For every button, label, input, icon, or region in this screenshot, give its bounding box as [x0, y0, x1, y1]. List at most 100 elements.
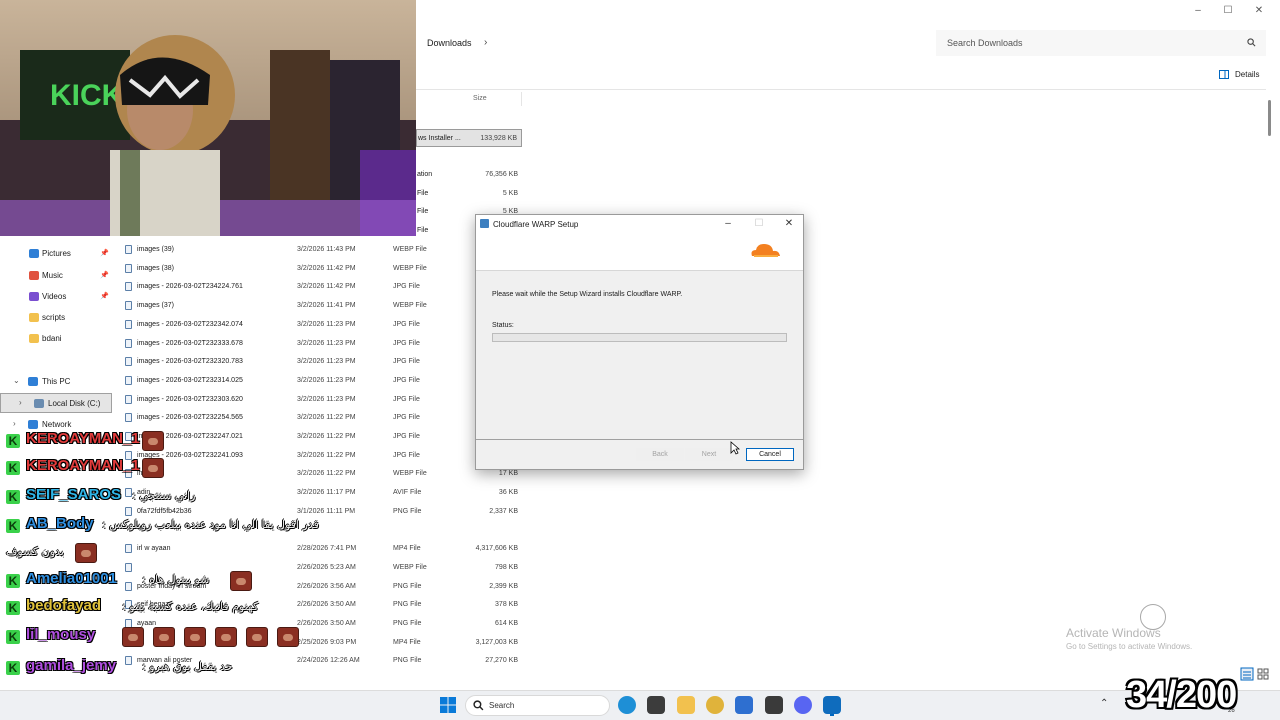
close-button[interactable]: ✕ [1251, 4, 1267, 18]
dialog-minimize-button[interactable]: – [720, 217, 736, 231]
nav-item-this-pc[interactable]: ⌄ This PC [0, 372, 112, 392]
chat-text: : كهنوم فاتيك، عنده كسبة بيتو [122, 600, 259, 613]
search-input[interactable]: Search Downloads [936, 30, 1266, 56]
file-row[interactable]: images - 2026-03-02T232320.783 3/2/2026 1… [120, 353, 522, 371]
file-icon [125, 375, 132, 385]
chevron-right-icon[interactable]: › [13, 419, 16, 428]
dialog-close-button[interactable]: ✕ [781, 217, 797, 231]
file-size: 798 KB [495, 563, 518, 571]
back-button: Back [636, 448, 684, 461]
nav-item-bdani[interactable]: bdani [0, 329, 112, 349]
file-size: 614 KB [495, 620, 518, 627]
file-row[interactable]: images (38) 3/2/2026 11:42 PM WEBP File [120, 260, 522, 278]
chevron-right-icon[interactable]: › [19, 398, 22, 407]
discord-icon[interactable] [793, 696, 812, 714]
nav-item-local-disk-c[interactable]: › Local Disk (C:) [0, 393, 112, 413]
chevron-right-icon[interactable]: › [484, 37, 487, 48]
file-row[interactable]: images - 2026-03-02T232303.620 3/2/2026 1… [120, 391, 522, 409]
file-size: 76,356 KB [485, 171, 518, 178]
file-row[interactable]: images - 2026-03-02T232333.678 3/2/2026 1… [120, 335, 522, 353]
file-row[interactable]: images (39) 3/2/2026 11:43 PM WEBP File [120, 241, 522, 259]
file-size: 5 KB [502, 190, 518, 197]
file-size: 2,399 KB [489, 582, 518, 590]
breadcrumb-downloads[interactable]: Downloads [427, 38, 472, 48]
address-bar[interactable]: Downloads › [416, 30, 936, 56]
goal-counter: 34/200 [1126, 674, 1237, 716]
taskbar-search-input[interactable]: Search [465, 695, 610, 716]
dialog-message: Please wait while the Setup Wizard insta… [492, 291, 683, 298]
search-icon [473, 700, 484, 711]
column-header-size[interactable]: Size [473, 95, 487, 102]
search-placeholder: Search Downloads [947, 38, 1023, 48]
nav-item-label: Network [42, 420, 72, 429]
kick-badge-icon: K [6, 461, 20, 475]
file-row[interactable]: images - 2026-03-02T232342.074 3/2/2026 1… [120, 316, 522, 334]
file-type: JPG File [393, 339, 420, 347]
files-icon[interactable] [676, 696, 695, 714]
kick-badge-icon: K [6, 661, 20, 675]
file-type: JPG File [393, 376, 420, 384]
file-size: 27,270 KB [485, 657, 518, 665]
mail-icon[interactable] [735, 696, 754, 714]
windows-start-icon[interactable] [440, 697, 456, 713]
file-date: 3/2/2026 11:42 PM [297, 264, 356, 272]
file-row[interactable]: ws Installer ... 133,928 KB [416, 129, 522, 147]
chat-username: AB_Body [26, 515, 94, 532]
nav-item-videos[interactable]: Videos 📌 [0, 287, 112, 307]
nav-item-scripts[interactable]: scripts [0, 308, 112, 328]
dialog-titlebar[interactable]: Cloudflare WARP Setup – ☐ ✕ [476, 215, 803, 233]
activate-subtitle: Go to Settings to activate Windows. [1066, 642, 1193, 651]
minimize-button[interactable]: – [1190, 4, 1206, 18]
cancel-button[interactable]: Cancel [746, 448, 794, 461]
scrollbar[interactable] [1266, 92, 1272, 672]
file-row[interactable]: ation 76,356 KB [416, 166, 522, 184]
chat-text: : حد يقفل بوق هيرو [142, 660, 233, 673]
details-button[interactable]: Details [1216, 68, 1266, 84]
status-label: Status: [492, 322, 514, 329]
file-icon [125, 319, 132, 329]
folder-icon [29, 334, 39, 343]
nav-item-label: bdani [42, 334, 62, 343]
tray-chevron-up-icon[interactable]: ⌃ [1100, 698, 1108, 709]
file-row[interactable]: images - 2026-03-02T234224.761 3/2/2026 1… [120, 278, 522, 296]
outlook-icon[interactable] [823, 696, 842, 714]
column-divider[interactable] [521, 92, 522, 106]
next-button: Next [685, 448, 733, 461]
cloudflare-logo-icon [751, 244, 780, 257]
emote-icon [277, 627, 299, 647]
view-toggle-icon[interactable] [1240, 667, 1270, 681]
webcam-overlay: KICK [0, 0, 416, 236]
stream-chat-overlay: K KEROAYMAN_1 K KEROAYMAN_1 K SEIF_SAROS: ران… [0, 430, 470, 720]
chrome-icon[interactable] [705, 696, 724, 714]
file-icon [125, 301, 132, 311]
file-type: JPG File [393, 395, 420, 403]
file-row[interactable]: File 5 KB [416, 185, 522, 203]
emote-icon [246, 627, 268, 647]
file-name: images (38) [137, 264, 174, 272]
nav-item-music[interactable]: Music 📌 [0, 266, 112, 286]
chat-text: : قدر اقول يقا الي انا مود عنده بيلعب رو… [102, 518, 319, 531]
file-row[interactable]: images - 2026-03-02T232314.025 3/2/2026 1… [120, 372, 522, 390]
edge-icon[interactable] [618, 696, 636, 714]
emote-icon [142, 431, 164, 451]
setup-dialog: Cloudflare WARP Setup – ☐ ✕ Please wait … [475, 214, 804, 470]
nav-item-label: Local Disk (C:) [48, 399, 101, 408]
mouse-cursor-icon [730, 441, 740, 455]
videos-icon [29, 292, 39, 301]
file-date: 3/2/2026 11:43 PM [297, 246, 356, 253]
taskbar-search-placeholder: Search [489, 701, 515, 710]
chevron-down-icon[interactable]: ⌄ [13, 376, 20, 385]
maximize-button[interactable]: ☐ [1220, 4, 1236, 18]
github-icon[interactable] [764, 696, 783, 714]
webcam-image: KICK [0, 0, 416, 236]
pc-icon [28, 377, 38, 386]
scrollbar-thumb[interactable] [1268, 100, 1271, 136]
file-row[interactable]: images (37) 3/2/2026 11:41 PM WEBP File [120, 297, 522, 315]
file-name: ws Installer ... [418, 135, 461, 142]
file-row[interactable]: images - 2026-03-02T232254.565 3/2/2026 1… [120, 409, 522, 427]
network-icon [28, 420, 38, 429]
chat-username: Amelia01001 [26, 570, 117, 587]
store-icon[interactable] [647, 696, 666, 714]
nav-item-pictures[interactable]: Pictures 📌 [0, 244, 112, 264]
nav-item-label: scripts [42, 313, 66, 322]
